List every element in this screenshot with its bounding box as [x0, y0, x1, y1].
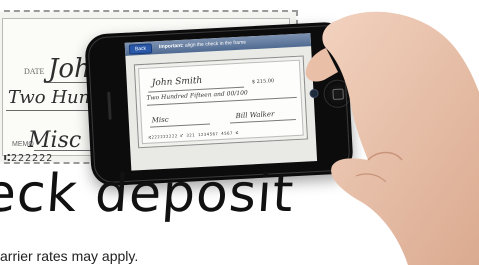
- instruction-rest: align the check in the frame: [183, 39, 247, 49]
- disclaimer-text: arrier rates may apply.: [0, 248, 139, 264]
- hand-illustration: [305, 11, 479, 265]
- hand-palm: [322, 11, 479, 265]
- headline: eck deposit: [0, 164, 297, 224]
- captured-payee: John Smith: [151, 75, 203, 89]
- captured-signature: Bill Walker: [235, 110, 275, 121]
- captured-amount-line: [146, 96, 297, 106]
- captured-memo: Misc: [151, 115, 169, 125]
- captured-amount-words: Two Hundred Fifteen and 00/100: [146, 89, 248, 102]
- instruction-bold: Important:: [158, 42, 184, 51]
- captured-memo-line: [150, 123, 211, 128]
- captured-amount-box: $ 215.00: [251, 78, 275, 86]
- capture-instruction: Important: align the check in the frame: [159, 37, 247, 55]
- back-button[interactable]: Back: [128, 43, 153, 55]
- captured-micr-line: ⑆222222222 ⑈ 321 1234567 4567 ⑆: [148, 130, 239, 140]
- captured-signature-line: [229, 118, 296, 124]
- speaker-grille: [107, 91, 112, 120]
- check-micr-line: ⑆222222: [4, 153, 54, 164]
- promo-scene: DATE John Two Hund MEMO Misc ⑆222222 Bac…: [0, 0, 479, 265]
- capture-status-bar: Back Important: align the check in the f…: [124, 33, 312, 56]
- captured-payee-line: [148, 86, 245, 93]
- phone-screen: Back Important: align the check in the f…: [124, 33, 318, 171]
- check-date-label: DATE: [24, 67, 45, 76]
- captured-check: John Smith $ 215.00 Two Hundred Fifteen …: [133, 55, 308, 149]
